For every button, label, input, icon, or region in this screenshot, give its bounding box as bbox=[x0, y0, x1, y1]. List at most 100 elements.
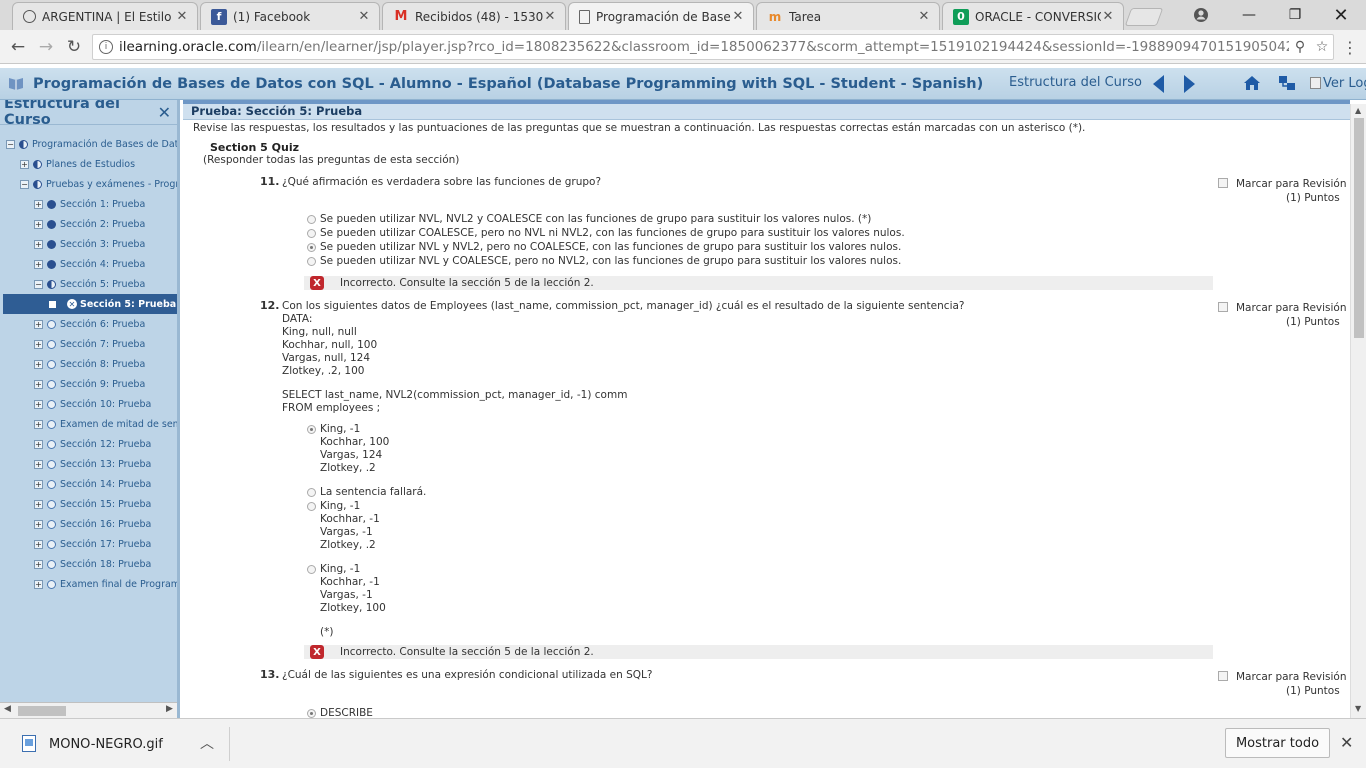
expand-icon[interactable]: + bbox=[34, 399, 43, 409]
scroll-thumb[interactable] bbox=[18, 706, 66, 716]
expand-icon[interactable]: + bbox=[34, 239, 43, 249]
profile-icon[interactable] bbox=[1178, 0, 1224, 30]
tree-item-seccion-6[interactable]: + Sección 6: Prueba bbox=[34, 314, 145, 334]
tab-gmail[interactable]: M Recibidos (48) - 153040 ✕ bbox=[382, 2, 566, 30]
shelf-close-icon[interactable]: ✕ bbox=[1340, 733, 1353, 752]
info-icon[interactable]: i bbox=[99, 40, 113, 54]
tree-item-seccion-15[interactable]: + Sección 15: Prueba bbox=[34, 494, 151, 514]
expand-icon[interactable]: + bbox=[34, 499, 43, 509]
answer-radio[interactable] bbox=[307, 502, 316, 511]
tab-argentina[interactable]: ARGENTINA | El Estilo L ✕ bbox=[12, 2, 198, 30]
expand-icon[interactable]: + bbox=[34, 319, 43, 329]
content-vertical-scrollbar[interactable]: ▲ ▼ bbox=[1350, 104, 1366, 718]
expand-icon[interactable]: + bbox=[34, 459, 43, 469]
expand-icon[interactable]: + bbox=[34, 219, 43, 229]
collapse-icon[interactable]: − bbox=[20, 179, 29, 189]
expand-icon[interactable]: + bbox=[34, 379, 43, 389]
close-icon[interactable]: ✕ bbox=[1101, 9, 1115, 24]
expand-icon[interactable]: + bbox=[34, 419, 43, 429]
scroll-down-icon[interactable]: ▼ bbox=[1355, 704, 1361, 713]
expand-icon[interactable]: + bbox=[34, 479, 43, 489]
expand-icon[interactable]: + bbox=[34, 519, 43, 529]
window-close-icon[interactable]: ✕ bbox=[1318, 0, 1364, 30]
course-structure-link[interactable]: Estructura del Curso bbox=[1009, 75, 1142, 90]
expand-icon[interactable]: + bbox=[34, 559, 43, 569]
answer-radio-selected[interactable] bbox=[307, 709, 316, 718]
tab-facebook[interactable]: f (1) Facebook ✕ bbox=[200, 2, 380, 30]
expand-icon[interactable]: + bbox=[34, 339, 43, 349]
expand-icon[interactable]: + bbox=[34, 539, 43, 549]
close-icon[interactable]: ✕ bbox=[357, 9, 371, 24]
tree-item-seccion-13[interactable]: + Sección 13: Prueba bbox=[34, 454, 151, 474]
tab-tarea[interactable]: m Tarea ✕ bbox=[756, 2, 940, 30]
mark-review-checkbox[interactable] bbox=[1218, 178, 1228, 188]
tree-item-seccion-14[interactable]: + Sección 14: Prueba bbox=[34, 474, 151, 494]
expand-icon[interactable]: + bbox=[20, 159, 29, 169]
tree-item-seccion-17[interactable]: + Sección 17: Prueba bbox=[34, 534, 151, 554]
tree-item-seccion-9[interactable]: + Sección 9: Prueba bbox=[34, 374, 145, 394]
zoom-icon[interactable]: ⚲ bbox=[1289, 39, 1311, 55]
tree-item-seccion-2[interactable]: + Sección 2: Prueba bbox=[34, 214, 145, 234]
expand-icon[interactable]: + bbox=[34, 579, 43, 589]
scroll-right-icon[interactable]: ▶ bbox=[166, 704, 173, 714]
next-arrow-icon[interactable] bbox=[1184, 75, 1195, 93]
new-tab-button[interactable] bbox=[1124, 8, 1164, 26]
answer-radio-selected[interactable] bbox=[307, 243, 316, 252]
collapse-icon[interactable]: − bbox=[34, 279, 43, 289]
close-icon[interactable]: ✕ bbox=[175, 9, 189, 24]
show-all-button[interactable]: Mostrar todo bbox=[1225, 728, 1330, 758]
mark-review-checkbox[interactable] bbox=[1218, 302, 1228, 312]
close-icon[interactable]: ✕ bbox=[731, 9, 745, 24]
tree-item-seccion-7[interactable]: + Sección 7: Prueba bbox=[34, 334, 145, 354]
chevron-up-icon[interactable]: ︿ bbox=[200, 733, 214, 753]
sitemap-icon[interactable] bbox=[1278, 74, 1296, 92]
tab-programacion[interactable]: Programación de Bases ✕ bbox=[568, 2, 754, 30]
tree-item-pruebas[interactable]: − Pruebas y exámenes - Programación bbox=[20, 174, 177, 194]
answer-radio[interactable] bbox=[307, 565, 316, 574]
scroll-thumb[interactable] bbox=[1354, 118, 1364, 338]
previous-arrow-icon[interactable] bbox=[1153, 75, 1164, 93]
expand-icon[interactable]: + bbox=[34, 359, 43, 369]
mark-review-checkbox[interactable] bbox=[1218, 671, 1228, 681]
tree-item-examen-mitad[interactable]: + Examen de mitad de semestre bbox=[34, 414, 177, 434]
tree-item-seccion-3[interactable]: + Sección 3: Prueba bbox=[34, 234, 145, 254]
tree-item-seccion-10[interactable]: + Sección 10: Prueba bbox=[34, 394, 151, 414]
download-filename[interactable]: MONO-NEGRO.gif bbox=[49, 737, 163, 752]
expand-icon[interactable]: + bbox=[34, 439, 43, 449]
forward-icon[interactable]: → bbox=[34, 35, 58, 59]
answer-radio[interactable] bbox=[307, 488, 316, 497]
sidebar-horizontal-scrollbar[interactable]: ◀ ▶ bbox=[0, 702, 177, 718]
bookmark-star-icon[interactable]: ☆ bbox=[1311, 39, 1333, 55]
minimize-icon[interactable]: — bbox=[1226, 0, 1272, 30]
menu-icon[interactable]: ⋮ bbox=[1338, 35, 1362, 59]
tree-item-seccion-1[interactable]: + Sección 1: Prueba bbox=[34, 194, 145, 214]
url-text[interactable]: ilearning.oracle.com/ilearn/en/learner/j… bbox=[119, 39, 1289, 55]
answer-radio[interactable] bbox=[307, 257, 316, 266]
tree-item-planes[interactable]: + Planes de Estudios bbox=[20, 154, 135, 174]
tab-oracle-conversion[interactable]: 0 ORACLE - CONVERSION ✕ bbox=[942, 2, 1124, 30]
tree-item-course[interactable]: − Programación de Bases de Datos con SQL bbox=[6, 134, 177, 154]
tree-item-seccion-5-prueba-selected[interactable]: ✕ Sección 5: Prueba bbox=[3, 294, 177, 314]
collapse-icon[interactable]: − bbox=[6, 139, 15, 149]
tree-item-seccion-16[interactable]: + Sección 16: Prueba bbox=[34, 514, 151, 534]
view-log-link[interactable]: Ver Log bbox=[1310, 76, 1366, 91]
tree-item-seccion-4[interactable]: + Sección 4: Prueba bbox=[34, 254, 145, 274]
answer-radio-selected[interactable] bbox=[307, 425, 316, 434]
address-bar[interactable]: i ilearning.oracle.com/ilearn/en/learner… bbox=[92, 34, 1334, 60]
close-icon[interactable]: ✕ bbox=[543, 9, 557, 24]
expand-icon[interactable]: + bbox=[34, 259, 43, 269]
answer-radio[interactable] bbox=[307, 229, 316, 238]
tree-item-seccion-18[interactable]: + Sección 18: Prueba bbox=[34, 554, 151, 574]
answer-radio[interactable] bbox=[307, 215, 316, 224]
back-icon[interactable]: ← bbox=[6, 35, 30, 59]
sidebar-close-icon[interactable]: ✕ bbox=[158, 103, 171, 122]
expand-icon[interactable]: + bbox=[34, 199, 43, 209]
home-icon[interactable] bbox=[1243, 74, 1261, 92]
tree-item-seccion-12[interactable]: + Sección 12: Prueba bbox=[34, 434, 151, 454]
scroll-up-icon[interactable]: ▲ bbox=[1355, 106, 1361, 115]
close-icon[interactable]: ✕ bbox=[917, 9, 931, 24]
scroll-left-icon[interactable]: ◀ bbox=[4, 704, 11, 714]
restore-icon[interactable]: ❐ bbox=[1272, 0, 1318, 30]
tree-item-seccion-8[interactable]: + Sección 8: Prueba bbox=[34, 354, 145, 374]
tree-item-examen-final[interactable]: + Examen final de Programación bbox=[34, 574, 177, 594]
